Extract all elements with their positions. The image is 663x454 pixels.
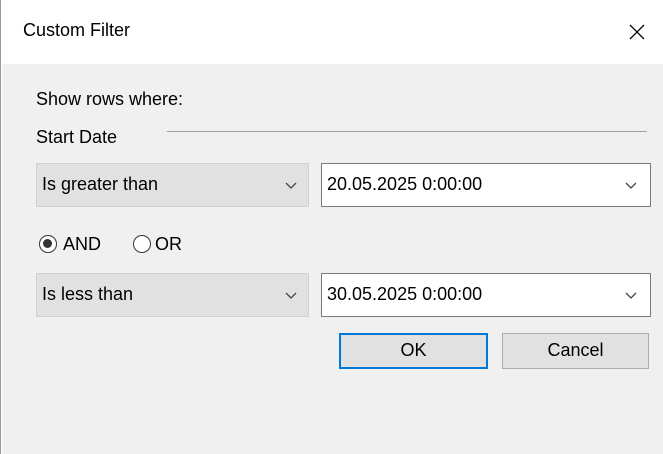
chevron-down-icon bbox=[625, 292, 637, 299]
condition2-value-text: 30.05.2025 0:00:00 bbox=[327, 284, 483, 304]
radio-selected-dot bbox=[43, 239, 52, 248]
custom-filter-dialog: Custom Filter Show rows where: Start Dat… bbox=[0, 0, 663, 454]
chevron-down-icon bbox=[285, 292, 297, 299]
chevron-down-icon bbox=[625, 182, 637, 189]
title-bar[interactable]: Custom Filter bbox=[1, 0, 663, 64]
condition2-value-select[interactable]: 30.05.2025 0:00:00 bbox=[321, 273, 651, 317]
condition2-operator-text: Is less than bbox=[42, 284, 134, 304]
condition1-operator-select[interactable]: Is greater than bbox=[36, 163, 309, 207]
or-radio[interactable] bbox=[133, 235, 151, 253]
or-radio-label[interactable]: OR bbox=[155, 234, 182, 255]
condition1-value-text: 20.05.2025 0:00:00 bbox=[327, 174, 483, 194]
filter-prompt: Show rows where: bbox=[36, 89, 184, 109]
window-title: Custom Filter bbox=[23, 20, 131, 40]
chevron-down-icon bbox=[285, 182, 297, 189]
column-name-label: Start Date bbox=[36, 127, 118, 147]
and-radio-label[interactable]: AND bbox=[63, 234, 101, 255]
and-radio[interactable] bbox=[39, 235, 57, 253]
close-icon bbox=[629, 24, 645, 40]
condition1-operator-text: Is greater than bbox=[42, 174, 159, 194]
group-divider bbox=[167, 131, 647, 132]
condition1-value-select[interactable]: 20.05.2025 0:00:00 bbox=[321, 163, 651, 207]
ok-button[interactable]: OK bbox=[339, 333, 488, 369]
close-button[interactable] bbox=[617, 12, 657, 52]
condition2-operator-select[interactable]: Is less than bbox=[36, 273, 309, 317]
dialog-body bbox=[2, 64, 663, 454]
cancel-button[interactable]: Cancel bbox=[502, 333, 649, 369]
